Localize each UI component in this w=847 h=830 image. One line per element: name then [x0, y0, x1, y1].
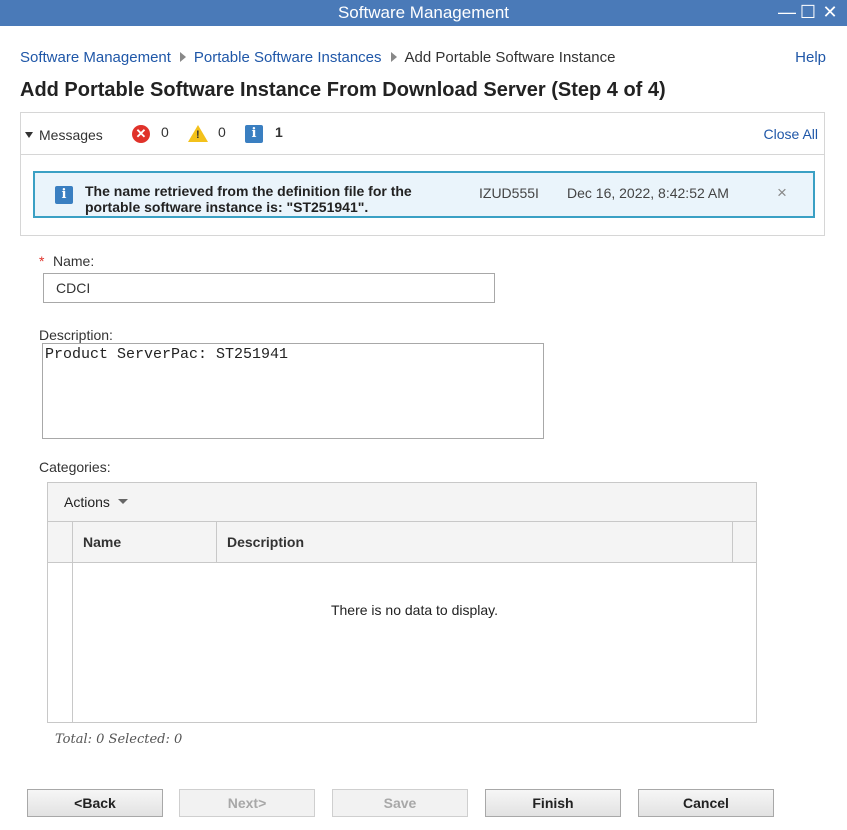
window-titlebar: Software Management — ☐ ✕ — [0, 0, 847, 26]
actions-menu-button[interactable]: Actions — [64, 494, 128, 510]
column-header-name[interactable]: Name — [72, 522, 217, 562]
warning-count: 0 — [218, 124, 226, 140]
page-title: Add Portable Software Instance From Down… — [20, 79, 666, 101]
cancel-button[interactable]: Cancel — [638, 789, 774, 817]
messages-toggle[interactable]: Messages — [25, 127, 103, 143]
breadcrumb-software-management[interactable]: Software Management — [20, 49, 171, 66]
info-icon[interactable]: i — [245, 125, 263, 143]
description-textarea[interactable]: Product ServerPac: ST251941 — [42, 343, 544, 439]
error-count: 0 — [161, 124, 169, 140]
name-input[interactable] — [43, 273, 495, 303]
table-header: Name Description — [48, 522, 756, 563]
messages-bar: Messages ✕ 0 ! 0 i 1 Close All — [21, 113, 824, 155]
minimize-icon[interactable]: — — [777, 2, 797, 22]
messages-label: Messages — [39, 127, 103, 143]
info-message: i The name retrieved from the definition… — [33, 171, 815, 218]
categories-label: Categories: — [39, 459, 111, 475]
message-text: The name retrieved from the definition f… — [85, 183, 412, 215]
breadcrumb: Software Management Portable Software Ins… — [20, 49, 616, 66]
name-label: Name: — [53, 253, 95, 269]
chevron-down-icon — [117, 499, 128, 504]
table-toolbar: Actions — [48, 483, 756, 522]
back-button[interactable]: <Back — [27, 789, 163, 817]
window-title: Software Management — [337, 3, 510, 22]
table-totals: Total: 0 Selected: 0 — [55, 732, 183, 747]
close-all-link[interactable]: Close All — [764, 126, 818, 142]
close-window-icon[interactable]: ✕ — [820, 2, 840, 22]
info-icon: i — [55, 186, 73, 204]
collapse-triangle-icon — [25, 132, 33, 138]
next-button[interactable]: Next> — [179, 789, 315, 817]
error-icon[interactable]: ✕ — [132, 125, 150, 143]
breadcrumb-current: Add Portable Software Instance — [404, 49, 616, 66]
maximize-icon[interactable]: ☐ — [798, 2, 818, 22]
message-timestamp: Dec 16, 2022, 8:42:52 AM — [567, 185, 729, 201]
breadcrumb-separator-icon — [390, 52, 397, 62]
description-label: Description: — [39, 327, 113, 343]
info-count: 1 — [275, 124, 283, 140]
save-button[interactable]: Save — [332, 789, 468, 817]
column-header-spacer — [732, 522, 756, 562]
warning-icon[interactable]: ! — [188, 125, 208, 142]
messages-panel: Messages ✕ 0 ! 0 i 1 Close All i The nam… — [20, 112, 825, 236]
categories-table: Actions Name Description There is no dat… — [47, 482, 757, 723]
finish-button[interactable]: Finish — [485, 789, 621, 817]
actions-label: Actions — [64, 494, 110, 510]
help-link[interactable]: Help — [795, 49, 826, 66]
column-header-description[interactable]: Description — [216, 522, 733, 562]
row-selector-column — [48, 563, 73, 722]
close-message-icon[interactable]: × — [777, 183, 787, 203]
message-id: IZUD555I — [479, 185, 539, 201]
required-icon: * — [39, 253, 45, 269]
empty-table-message: There is no data to display. — [330, 602, 499, 618]
breadcrumb-separator-icon — [179, 52, 186, 62]
breadcrumb-portable-software-instances[interactable]: Portable Software Instances — [194, 49, 382, 66]
